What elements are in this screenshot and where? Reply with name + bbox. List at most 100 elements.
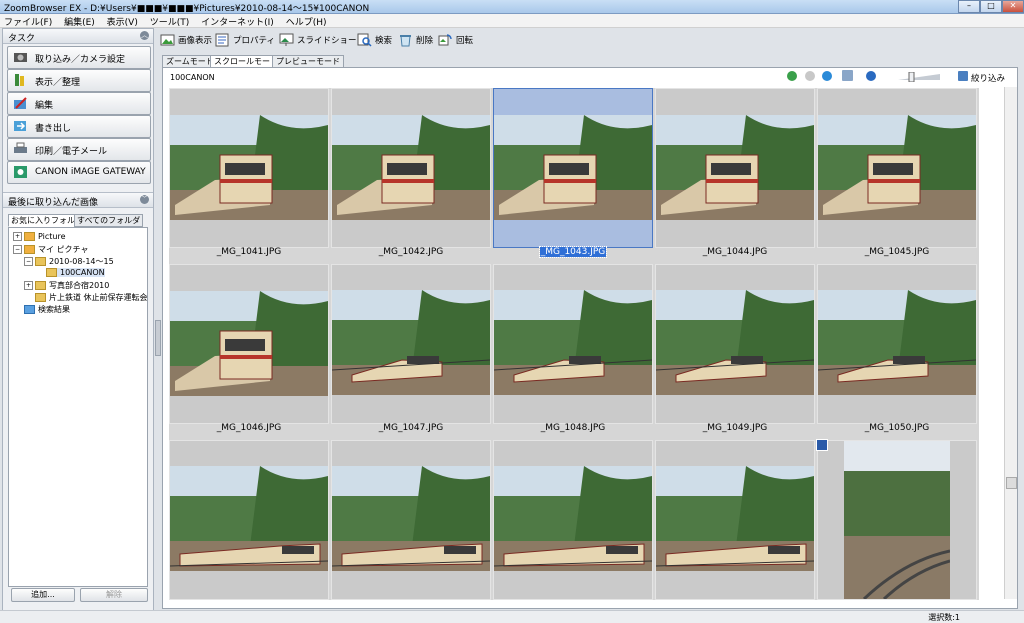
thumbnail-filename[interactable]: _MG_1041.JPG bbox=[169, 247, 329, 257]
thumbnail-cell[interactable] bbox=[331, 88, 491, 248]
tree-label: 2010-08-14～15 bbox=[49, 257, 114, 266]
thumbnail-filename[interactable]: _MG_1042.JPG bbox=[331, 247, 491, 257]
menu-edit[interactable]: 編集(E) bbox=[64, 15, 95, 28]
thumbnail-cell[interactable] bbox=[816, 439, 977, 600]
current-folder: 100CANON bbox=[170, 73, 215, 82]
thumbnail-cell[interactable] bbox=[493, 88, 653, 248]
search-label: 検索 bbox=[375, 36, 393, 46]
search-button[interactable]: 検索 bbox=[357, 33, 392, 49]
delete-button[interactable]: 削除 bbox=[398, 33, 433, 49]
task-organize-button[interactable]: 表示／整理 bbox=[7, 69, 151, 92]
thumbnail-cell[interactable] bbox=[169, 88, 329, 248]
thumbnail-filename[interactable]: _MG_1050.JPG bbox=[817, 423, 977, 433]
export-icon bbox=[14, 121, 26, 131]
task-import-button[interactable]: 取り込み／カメラ設定 bbox=[7, 46, 151, 69]
expand-toggle[interactable]: + bbox=[24, 281, 33, 290]
close-button[interactable]: ✕ bbox=[1002, 0, 1024, 13]
view-image-label: 画像表示 bbox=[178, 36, 213, 46]
task-edit-button[interactable]: 編集 bbox=[7, 92, 151, 115]
task-organize-label: 表示／整理 bbox=[35, 78, 81, 88]
expand-toggle[interactable]: + bbox=[13, 232, 22, 241]
thumbnail-filename[interactable]: _MG_1049.JPG bbox=[655, 423, 815, 433]
task-export-label: 書き出し bbox=[35, 124, 72, 134]
thumbnail-cell[interactable] bbox=[817, 264, 977, 424]
slideshow-button[interactable]: スライドショー bbox=[279, 33, 357, 49]
thumbnail-filename[interactable]: _MG_1047.JPG bbox=[331, 423, 491, 433]
task-print-email-button[interactable]: 印刷／電子メール bbox=[7, 138, 151, 161]
tree-item-100canon[interactable]: 100CANON bbox=[46, 268, 105, 277]
thumbnail-cell[interactable] bbox=[169, 440, 329, 600]
tree-item-2010-08-14[interactable]: − 2010-08-14～15 bbox=[24, 256, 114, 267]
menu-bar: ファイル(F) 編集(E) 表示(V) ツール(T) インターネット(I) ヘル… bbox=[0, 14, 1024, 28]
menu-tools[interactable]: ツール(T) bbox=[150, 15, 190, 28]
maximize-button[interactable]: □ bbox=[980, 0, 1002, 13]
rotate-button[interactable]: 回転 bbox=[438, 33, 473, 49]
up-icon[interactable] bbox=[822, 71, 832, 81]
folder-tree: + Picture − マイ ピクチャ −2010-08-14～15 100CANO… bbox=[8, 227, 148, 587]
tree-item-picture[interactable]: + Picture bbox=[13, 232, 66, 241]
thumbnail-filename[interactable]: _MG_1043.JPG bbox=[493, 246, 653, 258]
task-gateway-button[interactable]: CANON iMAGE GATEWAY bbox=[7, 161, 151, 184]
add-folder-button[interactable]: 追加... bbox=[11, 588, 75, 602]
expand-icon[interactable]: ﹀ bbox=[140, 195, 149, 204]
search-icon bbox=[357, 33, 372, 47]
filter-button[interactable]: 絞り込み bbox=[971, 72, 1005, 84]
menu-help[interactable]: ヘルプ(H) bbox=[286, 15, 327, 28]
photo-thumbnail bbox=[494, 115, 652, 220]
thumbnail-filename[interactable]: _MG_1046.JPG bbox=[169, 423, 329, 433]
thumbnail-cell[interactable] bbox=[655, 264, 815, 424]
remove-folder-button[interactable]: 解除 bbox=[80, 588, 148, 602]
thumbnail-cell[interactable] bbox=[655, 88, 815, 248]
collapse-toggle[interactable]: − bbox=[24, 257, 33, 266]
recent-header-label: 最後に取り込んだ画像 bbox=[8, 198, 99, 208]
menu-file[interactable]: ファイル(F) bbox=[4, 15, 52, 28]
folder-icon bbox=[46, 268, 57, 277]
filename-text: _MG_1044.JPG bbox=[702, 247, 768, 257]
tree-label: マイ ピクチャ bbox=[38, 245, 89, 254]
thumbnail-cell[interactable] bbox=[493, 264, 653, 424]
filename-text: _MG_1046.JPG bbox=[216, 423, 282, 433]
tree-item-my-pictures[interactable]: − マイ ピクチャ bbox=[13, 244, 88, 255]
thumbnail-cell[interactable] bbox=[331, 440, 491, 600]
image-icon bbox=[160, 34, 175, 46]
tab-all-folders[interactable]: すべてのフォルダ bbox=[74, 214, 144, 227]
thumbnail-filename[interactable]: _MG_1048.JPG bbox=[493, 423, 653, 433]
tree-item-katakami[interactable]: 片上鉄道 休止前保存運転会 bbox=[35, 292, 148, 303]
thumbnail-cell[interactable] bbox=[331, 264, 491, 424]
thumbnail-filename[interactable]: _MG_1045.JPG bbox=[817, 247, 977, 257]
tree-item-photo-camp[interactable]: + 写真部合宿2010 bbox=[24, 280, 109, 291]
slideshow-label: スライドショー bbox=[297, 36, 357, 46]
thumbnail-filename[interactable]: _MG_1044.JPG bbox=[655, 247, 815, 257]
vertical-scrollbar[interactable] bbox=[1004, 87, 1017, 599]
menu-view[interactable]: 表示(V) bbox=[107, 15, 138, 28]
tree-item-search-results[interactable]: 検索結果 bbox=[24, 304, 70, 315]
collapse-toggle[interactable]: − bbox=[13, 245, 22, 254]
printer-icon bbox=[14, 142, 27, 153]
task-export-button[interactable]: 書き出し bbox=[7, 115, 151, 138]
menu-internet[interactable]: インターネット(I) bbox=[201, 15, 274, 28]
folder-icon bbox=[24, 245, 35, 254]
photo-thumbnail bbox=[656, 290, 814, 395]
thumbnail-cell[interactable] bbox=[169, 264, 329, 424]
task-import-label: 取り込み／カメラ設定 bbox=[35, 55, 126, 65]
photo-thumbnail bbox=[494, 290, 652, 395]
display-options-icon[interactable] bbox=[842, 70, 853, 81]
thumbnail-cell[interactable] bbox=[493, 440, 653, 600]
recent-header: 最後に取り込んだ画像 ﹀ bbox=[3, 192, 153, 208]
thumbnail-cell[interactable] bbox=[817, 88, 977, 248]
collapse-icon[interactable]: ︿ bbox=[140, 31, 149, 40]
back-icon[interactable] bbox=[787, 71, 797, 81]
view-image-button[interactable]: 画像表示 bbox=[160, 33, 212, 49]
forward-icon[interactable] bbox=[805, 71, 815, 81]
edit-icon bbox=[14, 97, 27, 109]
thumbnail-cell[interactable] bbox=[655, 440, 815, 600]
filter-icon bbox=[958, 71, 968, 81]
pane-splitter[interactable] bbox=[155, 320, 161, 356]
organize-icon bbox=[15, 74, 24, 86]
minimize-button[interactable]: – bbox=[958, 0, 980, 13]
zoom-slider[interactable] bbox=[896, 72, 942, 82]
info-icon[interactable] bbox=[866, 71, 876, 81]
properties-button[interactable]: プロパティ bbox=[215, 33, 275, 49]
photo-thumbnail bbox=[844, 441, 950, 599]
scroll-thumb[interactable] bbox=[1006, 477, 1017, 489]
